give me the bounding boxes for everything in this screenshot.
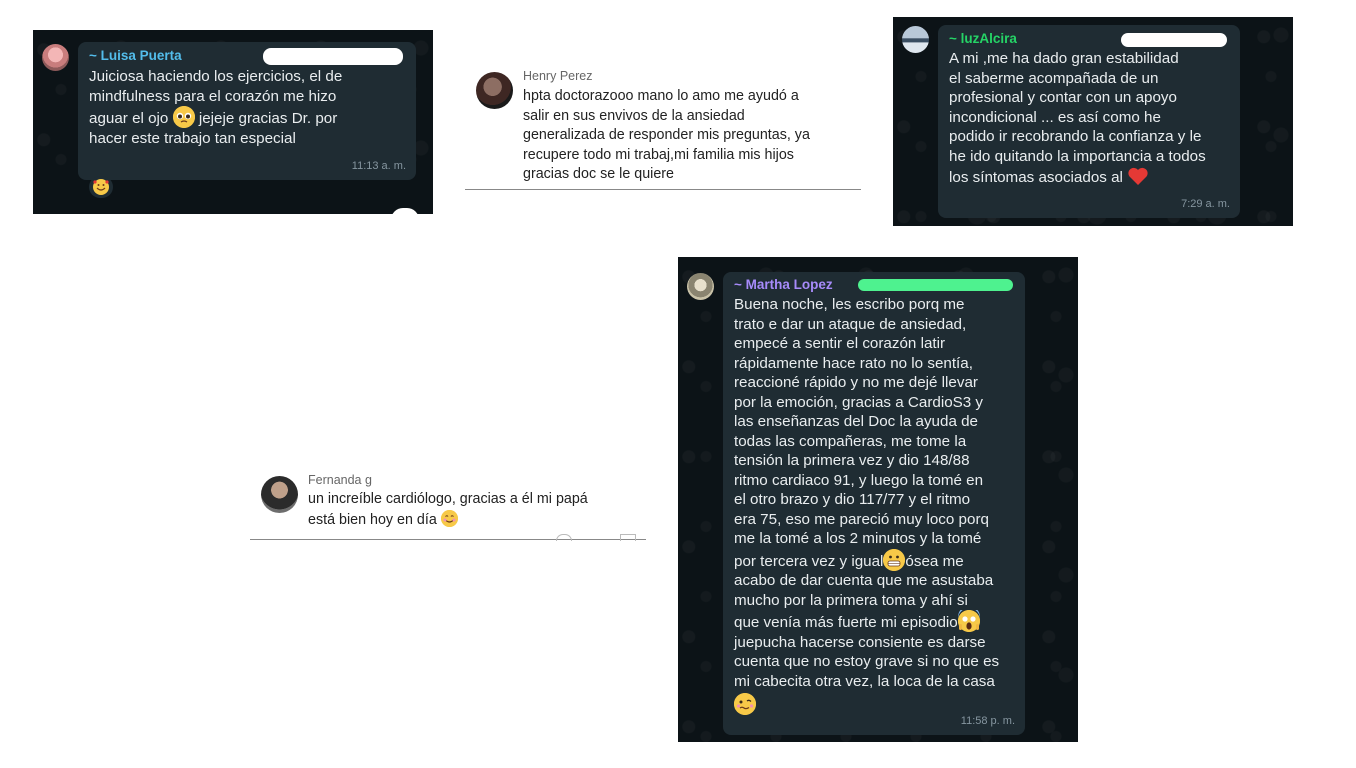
- chat-card-luisa: ~ Luisa Puerta Juiciosa haciendo los eje…: [33, 30, 433, 220]
- avatar[interactable]: [42, 44, 69, 71]
- comment-text: hpta doctorazooo mano lo amo me ayudó a …: [523, 88, 810, 182]
- woozy-face-emoji: [734, 693, 756, 715]
- redacted-phone: [858, 279, 1013, 291]
- comment-card-henry: Henry Perez hpta doctorazooo mano lo amo…: [465, 62, 861, 190]
- screaming-face-emoji: [957, 606, 980, 632]
- smiling-face-emoji: [441, 509, 459, 527]
- message-time: 7:29 a. m.: [1181, 197, 1230, 210]
- like-icon[interactable]: [556, 534, 572, 541]
- pleading-face-emoji: [172, 106, 195, 128]
- message-time: 11:13 a. m.: [351, 159, 406, 172]
- avatar[interactable]: [687, 273, 714, 300]
- chat-card-martha: ~ Martha Lopez Buena noche, les escribo …: [678, 257, 1078, 742]
- message-text: A mi ,me ha dado gran estabilidad el sab…: [949, 50, 1206, 186]
- grimacing-face-emoji: [883, 548, 906, 571]
- message-bubble[interactable]: ~ Martha Lopez Buena noche, les escribo …: [723, 272, 1025, 735]
- chat-card-luzalcira: ~ luzAlcira A mi ,me ha dado gran estabi…: [893, 17, 1293, 226]
- smiling-face-with-hearts-emoji: [93, 179, 109, 195]
- redacted-phone: [1121, 33, 1227, 47]
- message-bubble[interactable]: ~ luzAlcira A mi ,me ha dado gran estabi…: [938, 25, 1240, 218]
- reaction-badge[interactable]: [89, 176, 113, 198]
- share-icon[interactable]: [620, 534, 636, 541]
- avatar[interactable]: [261, 476, 298, 513]
- avatar[interactable]: [902, 26, 929, 53]
- comment-card-fernanda: Fernanda g un increíble cardiólogo, grac…: [250, 470, 646, 541]
- red-heart-emoji: [1127, 166, 1148, 185]
- message-text: Buena noche, les escribo porq me trato e…: [734, 295, 1014, 716]
- partial-bubble-edge: [391, 208, 419, 220]
- commenter-name: Henry Perez: [523, 69, 593, 83]
- message-time: 11:58 p. m.: [960, 714, 1015, 727]
- divider: [465, 189, 861, 190]
- message-text: Juiciosa haciendo los ejercicios, el de …: [89, 68, 343, 147]
- avatar[interactable]: [476, 72, 513, 109]
- redacted-phone: [263, 48, 403, 65]
- comment-text: un increíble cardiólogo, gracias a él mi…: [308, 491, 588, 528]
- commenter-name: Fernanda g: [308, 473, 372, 487]
- divider: [250, 539, 646, 540]
